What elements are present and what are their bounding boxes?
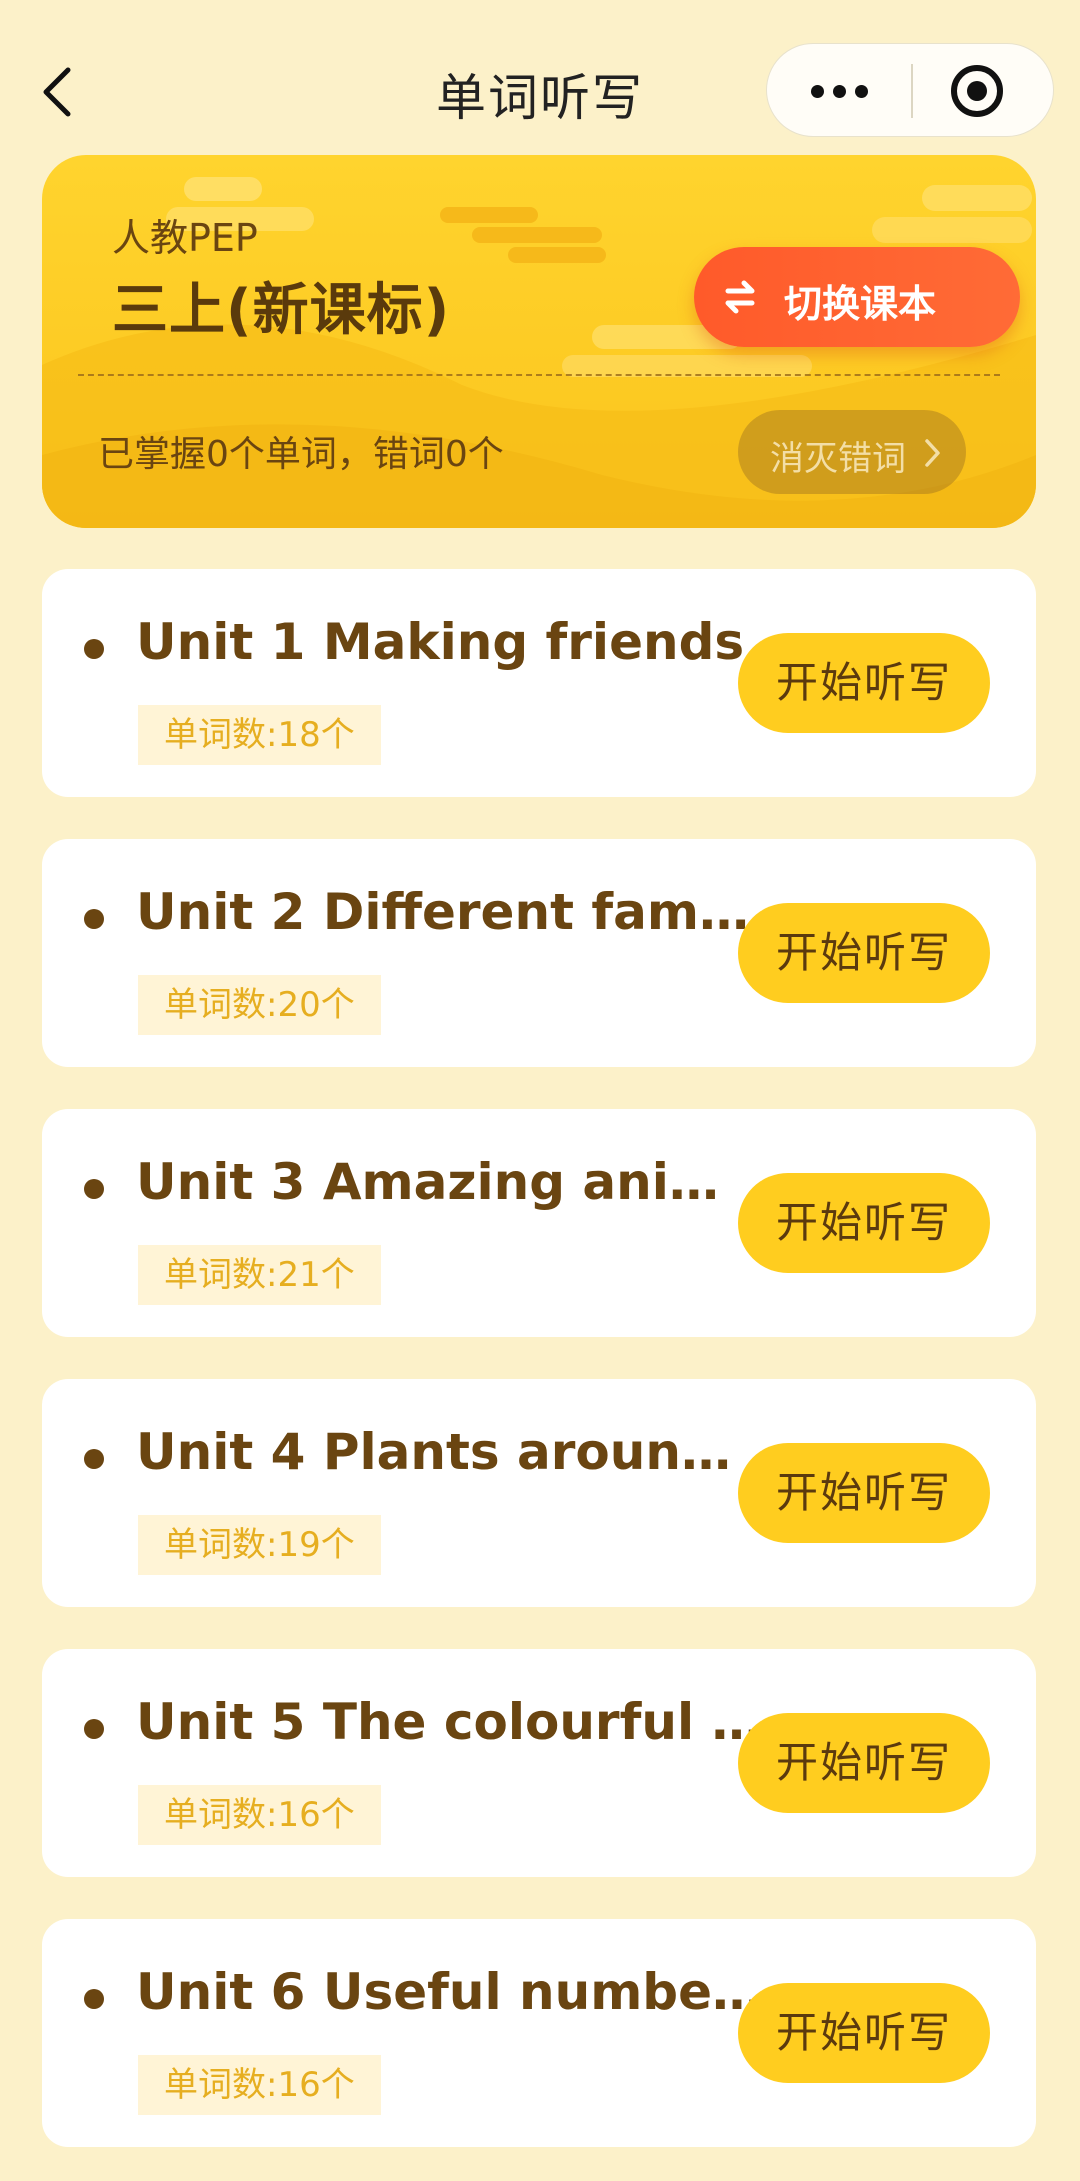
start-dictation-button[interactable]: 开始听写 xyxy=(738,1443,990,1543)
unit-title: Unit 2 Different families xyxy=(136,883,766,941)
unit-card: Unit 2 Different families 单词数:20个 开始听写 xyxy=(42,839,1036,1067)
bullet-icon xyxy=(84,639,104,659)
bullet-icon xyxy=(84,1719,104,1739)
textbook-banner: 人教PEP 三上(新课标) 切换课本 已掌握0个单词，错词0个 消灭错词 xyxy=(42,155,1036,528)
unit-card: Unit 1 Making friends 单词数:18个 开始听写 xyxy=(42,569,1036,797)
more-dot-icon xyxy=(811,85,824,98)
unit-title: Unit 5 The colourful world xyxy=(136,1693,766,1751)
swap-icon xyxy=(725,280,755,314)
more-options-button[interactable] xyxy=(767,44,911,138)
target-icon-dot xyxy=(967,81,987,101)
unit-list: Unit 1 Making friends 单词数:18个 开始听写 Unit … xyxy=(42,569,1036,2181)
unit-card: Unit 6 Useful numbers 单词数:16个 开始听写 xyxy=(42,1919,1036,2147)
start-dictation-button[interactable]: 开始听写 xyxy=(738,633,990,733)
textbook-title: 三上(新课标) xyxy=(112,278,451,343)
textbook-publisher: 人教PEP xyxy=(112,216,258,260)
mastery-summary: 已掌握0个单词，错词0个 xyxy=(98,434,504,475)
unit-title: Unit 4 Plants around us xyxy=(136,1423,766,1481)
chevron-right-icon xyxy=(925,439,940,467)
word-count-badge: 单词数:21个 xyxy=(138,1245,381,1305)
unit-title: Unit 6 Useful numbers xyxy=(136,1963,766,2021)
bullet-icon xyxy=(84,909,104,929)
bullet-icon xyxy=(84,1989,104,2009)
start-dictation-button[interactable]: 开始听写 xyxy=(738,1713,990,1813)
unit-title: Unit 1 Making friends xyxy=(136,613,745,671)
word-count-badge: 单词数:16个 xyxy=(138,1785,381,1845)
banner-divider xyxy=(78,374,1000,376)
switch-textbook-button[interactable]: 切换课本 xyxy=(694,247,1020,347)
eliminate-wrong-words-label: 消灭错词 xyxy=(770,439,906,479)
eliminate-wrong-words-button[interactable]: 消灭错词 xyxy=(738,410,966,494)
unit-card: Unit 3 Amazing animals 单词数:21个 开始听写 xyxy=(42,1109,1036,1337)
unit-card: Unit 5 The colourful world 单词数:16个 开始听写 xyxy=(42,1649,1036,1877)
top-nav-bar: 单词听写 xyxy=(0,0,1080,180)
word-count-badge: 单词数:16个 xyxy=(138,2055,381,2115)
close-mini-program-button[interactable] xyxy=(913,44,1055,138)
unit-title: Unit 3 Amazing animals xyxy=(136,1153,766,1211)
mini-program-capsule xyxy=(766,43,1054,137)
bullet-icon xyxy=(84,1179,104,1199)
start-dictation-button[interactable]: 开始听写 xyxy=(738,1173,990,1273)
start-dictation-button[interactable]: 开始听写 xyxy=(738,1983,990,2083)
unit-card: Unit 4 Plants around us 单词数:19个 开始听写 xyxy=(42,1379,1036,1607)
more-dot-icon xyxy=(855,85,868,98)
bullet-icon xyxy=(84,1449,104,1469)
word-count-badge: 单词数:20个 xyxy=(138,975,381,1035)
word-count-badge: 单词数:18个 xyxy=(138,705,381,765)
start-dictation-button[interactable]: 开始听写 xyxy=(738,903,990,1003)
switch-textbook-label: 切换课本 xyxy=(784,282,937,326)
word-count-badge: 单词数:19个 xyxy=(138,1515,381,1575)
more-dot-icon xyxy=(833,85,846,98)
